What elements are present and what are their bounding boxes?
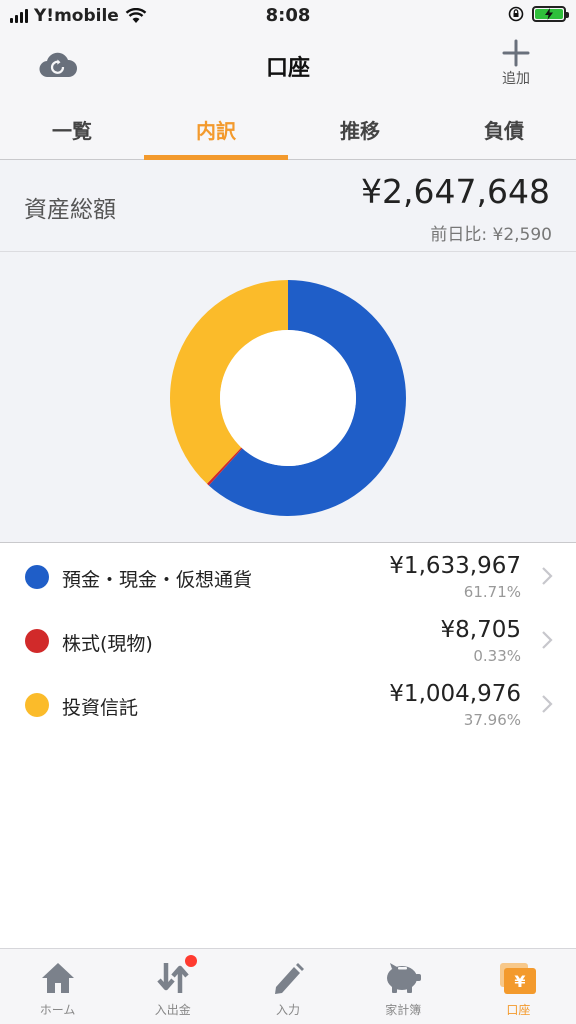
home-icon: [41, 963, 74, 993]
piggy-bank-icon: [387, 963, 422, 993]
tab-label: 入出金: [154, 1003, 191, 1017]
breakdown-list: 預金・現金・仮想通貨 ¥1,633,967 61.71% 株式(現物) ¥8,7…: [0, 543, 576, 735]
tab-label: 口座: [506, 1003, 531, 1017]
tab-trend[interactable]: 推移: [288, 96, 432, 159]
list-item-amount: ¥8,705: [440, 617, 521, 643]
svg-text:¥: ¥: [515, 972, 526, 991]
page-title: 口座: [265, 56, 310, 81]
list-item-label: 株式(現物): [62, 633, 153, 655]
chevron-right-icon: [542, 631, 553, 649]
legend-dot-deposits: [25, 565, 49, 589]
transfer-icon: [157, 963, 189, 993]
orientation-lock-icon: [508, 6, 524, 22]
list-item-label: 投資信託: [62, 697, 139, 719]
list-item-percent: 37.96%: [463, 711, 521, 729]
status-time: 8:08: [265, 5, 311, 26]
list-item-label: 預金・現金・仮想通貨: [62, 569, 253, 591]
total-assets-panel: 資産総額 ¥2,647,648 前日比: ¥2,590: [0, 160, 576, 252]
donut-center: [220, 330, 356, 466]
status-bar: Y!mobile 8:08: [0, 0, 576, 34]
legend-dot-funds: [25, 693, 49, 717]
chevron-right-icon: [542, 567, 553, 585]
donut-chart-area: [0, 252, 576, 543]
status-right: [508, 6, 569, 22]
add-label: 追加: [502, 71, 530, 87]
list-item-amount: ¥1,633,967: [389, 553, 521, 579]
total-assets-label: 資産総額: [24, 197, 116, 223]
chevron-right-icon: [542, 695, 553, 713]
segment-tabs: 一覧 内訳 推移 負債: [0, 96, 576, 160]
list-item-amount: ¥1,004,976: [389, 681, 521, 707]
list-item-percent: 0.33%: [473, 647, 521, 665]
tab-transactions[interactable]: 入出金: [115, 949, 230, 1024]
battery-icon: [532, 6, 569, 22]
tab-liabilities[interactable]: 負債: [432, 96, 576, 159]
day-over-day-change: 前日比: ¥2,590: [430, 225, 552, 245]
tab-label: 家計簿: [385, 1003, 422, 1017]
tab-list[interactable]: 一覧: [0, 96, 144, 159]
tab-input[interactable]: 入力: [230, 949, 345, 1024]
list-item-funds[interactable]: 投資信託 ¥1,004,976 37.96%: [0, 671, 576, 735]
tab-label: 入力: [276, 1003, 301, 1017]
notification-badge: [185, 955, 198, 967]
list-item-deposits[interactable]: 預金・現金・仮想通貨 ¥1,633,967 61.71%: [0, 543, 576, 607]
nav-bar: 口座 追加: [0, 34, 576, 96]
total-assets-value: ¥2,647,648: [361, 172, 550, 211]
list-item-percent: 61.71%: [463, 583, 521, 601]
wallet-icon: ¥: [500, 963, 537, 994]
donut-chart: [169, 280, 406, 516]
tab-label: ホーム: [39, 1003, 76, 1017]
tab-accounts[interactable]: ¥ 口座: [461, 949, 576, 1024]
pencil-icon: [275, 963, 304, 994]
tab-breakdown[interactable]: 内訳: [144, 96, 288, 160]
bottom-tab-bar: ホーム 入出金 入力 家計簿 ¥ 口座: [0, 948, 576, 1024]
tab-home[interactable]: ホーム: [0, 949, 115, 1024]
add-account-button[interactable]: 追加: [496, 38, 536, 88]
plus-icon: [502, 39, 530, 67]
legend-dot-stocks: [25, 629, 49, 653]
tab-household-book[interactable]: 家計簿: [346, 949, 461, 1024]
list-item-stocks[interactable]: 株式(現物) ¥8,705 0.33%: [0, 607, 576, 671]
